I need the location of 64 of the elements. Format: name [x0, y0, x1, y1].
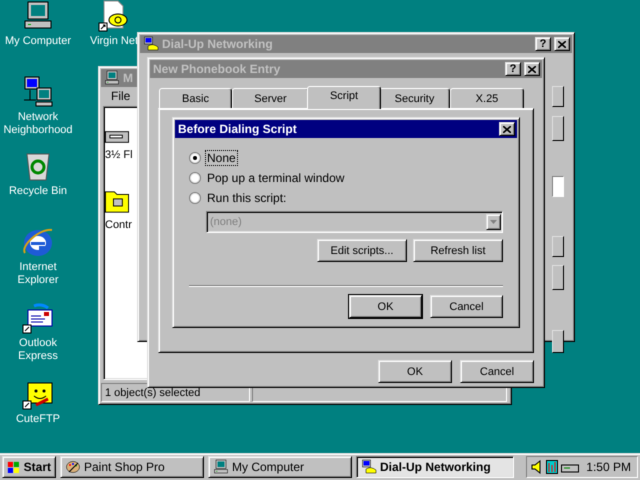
radio-button[interactable]: [189, 152, 201, 164]
windows-logo-icon: [7, 460, 21, 474]
desktop-icon-label[interactable]: Internet Explorer: [0, 261, 76, 287]
desktop-icon: [22, 76, 54, 108]
edit-scripts-button[interactable]: Edit scripts...: [317, 239, 407, 262]
desktop-icon: [22, 226, 54, 258]
desktop-icon-label[interactable]: Recycle Bin: [8, 185, 68, 198]
help-button[interactable]: ?: [535, 37, 551, 51]
window-icon: [104, 70, 120, 86]
close-button[interactable]: [554, 37, 570, 51]
desktop-icon: [22, 302, 54, 334]
button[interactable]: [552, 265, 564, 290]
dropdown[interactable]: [552, 236, 564, 257]
tab[interactable]: Script: [307, 86, 381, 109]
speaker-icon: [531, 460, 543, 474]
close-button[interactable]: [524, 62, 540, 76]
window-title: Before Dialing Script: [178, 122, 298, 136]
help-button[interactable]: ?: [505, 62, 521, 76]
window-title: M: [123, 71, 134, 85]
desktop-icon-label[interactable]: My Computer: [4, 35, 72, 48]
meter-icon: [546, 460, 558, 474]
close-button[interactable]: [499, 122, 515, 136]
text-field[interactable]: [552, 176, 564, 197]
desktop-icon-label[interactable]: CuteFTP: [16, 413, 60, 426]
taskbar-button[interactable]: Paint Shop Pro: [60, 456, 204, 478]
close-icon: [503, 126, 511, 132]
cancel-button[interactable]: Cancel: [430, 295, 503, 318]
paint-icon: [65, 459, 81, 475]
taskbar-button[interactable]: Dial-Up Networking: [356, 456, 514, 478]
computer-icon: [213, 459, 229, 475]
tab[interactable]: X.25: [450, 88, 524, 108]
radio-option[interactable]: Run this script:: [189, 188, 503, 208]
refresh-list-button[interactable]: Refresh list: [413, 239, 503, 262]
ok-button[interactable]: OK: [378, 360, 452, 383]
desktop-icon-label[interactable]: Outlook Express: [0, 337, 76, 363]
taskbar-button[interactable]: My Computer: [208, 456, 352, 478]
button[interactable]: [552, 330, 564, 353]
dropdown[interactable]: [552, 86, 564, 107]
window-title: Dial-Up Networking: [162, 37, 274, 51]
tab[interactable]: Server: [232, 88, 309, 108]
radio-option[interactable]: Pop up a terminal window: [189, 168, 503, 188]
ok-button[interactable]: OK: [349, 295, 422, 318]
file-label[interactable]: 3½ Fl: [105, 149, 133, 161]
clock[interactable]: 1:50 PM: [586, 460, 631, 474]
folder-icon: [105, 191, 129, 213]
cancel-button[interactable]: Cancel: [460, 360, 534, 383]
desktop-icon: [98, 0, 130, 32]
caret-icon: [490, 220, 497, 224]
close-icon: [528, 66, 536, 72]
tab[interactable]: Security: [379, 88, 450, 108]
button[interactable]: [552, 116, 564, 141]
tab[interactable]: Basic: [159, 88, 232, 108]
radio-option[interactable]: None: [189, 148, 503, 168]
start-button[interactable]: Start: [2, 456, 56, 478]
desktop-icon-label[interactable]: Virgin Net: [90, 35, 138, 48]
window-title: New Phonebook Entry: [153, 62, 282, 76]
desktop-icon-label[interactable]: Network Neighborhood: [0, 111, 76, 137]
file-label[interactable]: Contr: [105, 219, 132, 231]
window-icon: [143, 36, 159, 52]
radio-button[interactable]: [189, 172, 201, 184]
dialup-icon: [361, 459, 377, 475]
close-icon: [558, 40, 566, 48]
radio-button[interactable]: [189, 192, 201, 204]
menu-item[interactable]: File: [105, 89, 136, 103]
